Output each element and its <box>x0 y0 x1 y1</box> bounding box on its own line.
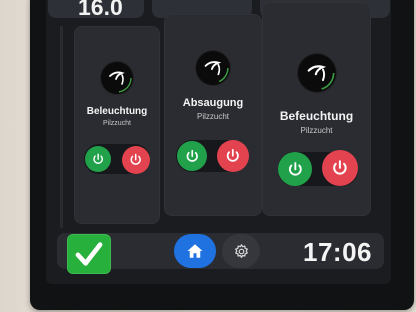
settings-button[interactable] <box>222 234 260 268</box>
device-card-beleuchtung[interactable]: Beleuchtung Pilzzucht <box>74 26 160 224</box>
gear-icon <box>234 243 248 258</box>
power-on-button[interactable] <box>278 152 312 186</box>
power-off-button[interactable] <box>217 140 249 172</box>
card-subtitle: Pilzzucht <box>300 126 333 135</box>
power-on-button[interactable] <box>177 141 207 171</box>
card-edge <box>60 26 63 228</box>
clock-display: 17:06 <box>303 237 372 267</box>
bottom-bar: 17:06 <box>57 233 384 274</box>
fan-icon <box>297 54 336 92</box>
checkmark-icon <box>67 234 111 274</box>
card-title: Beleuchtung <box>86 106 148 117</box>
power-off-button[interactable] <box>322 150 358 186</box>
device-card-befeuchtung[interactable]: Befeuchtung Pilzzucht <box>262 2 371 216</box>
fan-icon <box>101 62 133 94</box>
home-button[interactable] <box>174 234 216 268</box>
card-title: Absaugung <box>182 97 244 109</box>
fan-icon <box>196 51 230 85</box>
card-title: Befeuchtung <box>279 109 354 123</box>
power-off-button[interactable] <box>122 146 150 174</box>
device-card-absaugung[interactable]: Absaugung Pilzzucht <box>164 14 262 216</box>
home-icon <box>187 244 203 258</box>
top-tile-value: 16.0 <box>78 0 123 20</box>
power-on-button[interactable] <box>85 146 111 172</box>
card-subtitle: Pilzzucht <box>102 120 131 127</box>
card-subtitle: Pilzzucht <box>196 112 229 121</box>
top-tile-left: 16.0 <box>48 0 144 20</box>
touch-screen: 16.0 Beleuchtung Pilzzucht Absaugung Pil… <box>46 0 391 284</box>
